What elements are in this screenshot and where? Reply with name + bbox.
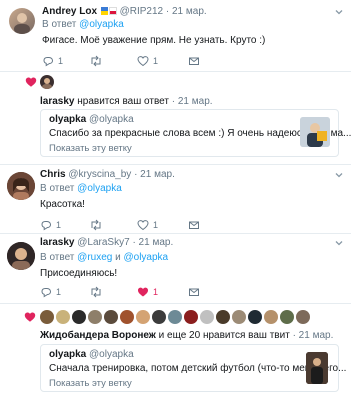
reply-count: 1: [56, 220, 62, 230]
activity-text: и еще 20 нравится ваш твит: [158, 330, 290, 341]
avatar-mini[interactable]: [120, 310, 134, 324]
envelope-icon: [189, 221, 199, 229]
reply-icon: [43, 57, 54, 67]
avatar-mini[interactable]: [216, 310, 230, 324]
activity-actor[interactable]: larasky: [40, 96, 74, 107]
retweet-button[interactable]: [89, 219, 107, 231]
author-name[interactable]: Chris: [40, 169, 66, 180]
direct-message-button[interactable]: [188, 219, 200, 231]
retweet-button[interactable]: [89, 55, 107, 67]
chevron-down-icon[interactable]: [333, 6, 345, 18]
heart-icon: [137, 220, 149, 231]
divider: [0, 71, 351, 72]
author-handle[interactable]: @LaraSky7: [77, 237, 129, 248]
divider: [0, 233, 351, 234]
avatar[interactable]: [9, 8, 35, 34]
reply-to-link[interactable]: @olyapka: [124, 252, 169, 263]
reply-button[interactable]: 1: [42, 55, 63, 67]
avatar-mini[interactable]: [40, 310, 54, 324]
avatar-mini[interactable]: [232, 310, 246, 324]
author-name[interactable]: larasky: [40, 237, 74, 248]
envelope-icon: [189, 288, 199, 296]
tweet-text: Присоединяюсь!: [40, 268, 118, 279]
quoted-media-thumbnail[interactable]: [300, 117, 330, 147]
avatar-mini[interactable]: [296, 310, 310, 324]
avatar-mini[interactable]: [152, 310, 166, 324]
like-button[interactable]: 1: [137, 286, 158, 298]
like-button[interactable]: 1: [137, 219, 158, 231]
quoted-media-thumbnail[interactable]: [306, 352, 328, 384]
avatar-mini[interactable]: [88, 310, 102, 324]
heart-icon: [137, 56, 149, 67]
tweet-text: Фигасе. Моё уважение прям. Не узнать. Кр…: [42, 35, 266, 46]
tweet-date[interactable]: · 21 мар.: [166, 6, 207, 17]
quoted-author-name[interactable]: olyapka: [49, 349, 86, 360]
reply-icon: [41, 288, 52, 298]
reply-prefix: В ответ: [40, 183, 75, 194]
like-count: 1: [153, 56, 159, 66]
chevron-down-icon[interactable]: [333, 237, 345, 249]
tweet-date[interactable]: · 21 мар.: [134, 169, 175, 180]
avatar-mini[interactable]: [264, 310, 278, 324]
divider: [0, 303, 351, 304]
reply-prefix: В ответ: [40, 252, 75, 263]
avatar-mini[interactable]: [136, 310, 150, 324]
quoted-author-handle[interactable]: @olyapka: [89, 114, 134, 125]
ukraine-flag-icon: [100, 7, 108, 15]
avatar-mini[interactable]: [248, 310, 262, 324]
activity-actor[interactable]: Жидобандера Воронеж: [40, 330, 156, 341]
liked-heart-icon: [138, 287, 148, 297]
author-handle[interactable]: @RIP212: [120, 6, 164, 17]
divider: [0, 164, 351, 165]
direct-message-button[interactable]: [188, 55, 200, 67]
activity-text: нравится ваш ответ: [77, 96, 169, 107]
avatar-mini[interactable]: [104, 310, 118, 324]
reply-to-link[interactable]: @olyapka: [79, 19, 124, 30]
tweet-text: Красотка!: [40, 199, 85, 210]
show-thread-link[interactable]: Показать эту ветку: [49, 143, 132, 154]
reply-icon: [41, 221, 52, 231]
avatar-mini[interactable]: [168, 310, 182, 324]
avatar-mini[interactable]: [56, 310, 70, 324]
avatar[interactable]: [7, 242, 35, 270]
envelope-icon: [189, 57, 199, 65]
quoted-author-handle[interactable]: @olyapka: [89, 349, 134, 360]
liked-heart-icon: [25, 77, 37, 87]
quoted-text: Сначала тренировка, потом детский футбол…: [49, 363, 347, 374]
avatar[interactable]: [7, 172, 35, 200]
quoted-tweet-card[interactable]: olyapka @olyapka Сначала тренировка, пот…: [40, 344, 346, 392]
avatar-mini[interactable]: [280, 310, 294, 324]
like-count: 1: [153, 220, 159, 230]
avatar-mini[interactable]: [72, 310, 86, 324]
reply-button[interactable]: 1: [40, 286, 61, 298]
activity-date[interactable]: · 21 мар.: [293, 330, 334, 341]
reply-and: и: [115, 252, 121, 263]
tweet-date[interactable]: · 21 мар.: [132, 237, 173, 248]
avatar-mini[interactable]: [200, 310, 214, 324]
reply-count: 1: [58, 56, 64, 66]
poland-flag-icon: [108, 7, 117, 15]
avatar-mini[interactable]: [184, 310, 198, 324]
chevron-down-icon[interactable]: [333, 169, 345, 181]
reply-to-link[interactable]: @ruxeg: [77, 252, 112, 263]
reply-count: 1: [56, 287, 62, 297]
author-name[interactable]: Andrey Lox: [42, 6, 97, 17]
show-thread-link[interactable]: Показать эту ветку: [49, 378, 132, 389]
like-button[interactable]: 1: [137, 55, 158, 67]
quoted-author-name[interactable]: olyapka: [49, 114, 86, 125]
retweet-icon: [91, 55, 101, 67]
author-handle[interactable]: @kryscina_by: [68, 169, 131, 180]
retweet-icon: [91, 286, 101, 298]
like-count: 1: [153, 287, 159, 297]
reply-button[interactable]: 1: [40, 219, 61, 231]
avatar-larasky-mini[interactable]: [40, 75, 54, 89]
reply-prefix: В ответ: [42, 19, 77, 30]
retweet-icon: [91, 219, 101, 231]
retweet-button[interactable]: [89, 286, 107, 298]
direct-message-button[interactable]: [188, 286, 200, 298]
activity-date[interactable]: · 21 мар.: [172, 96, 213, 107]
liked-heart-icon: [24, 312, 36, 322]
quoted-tweet-card[interactable]: olyapka @olyapka Спасибо за прекрасные с…: [40, 109, 351, 157]
reply-to-link[interactable]: @olyapka: [77, 183, 122, 194]
